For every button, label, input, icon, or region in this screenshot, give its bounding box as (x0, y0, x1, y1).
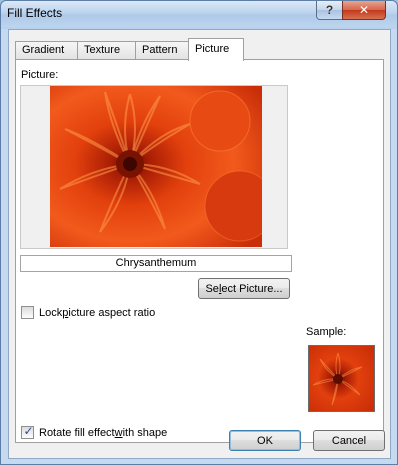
sample-preview (308, 345, 375, 412)
picture-section-label: Picture: (21, 69, 59, 81)
help-button[interactable]: ? (316, 1, 343, 20)
tab-gradient[interactable]: Gradient (15, 41, 78, 60)
fill-effects-dialog: Fill Effects ? ✕ Gradient Texture Patter… (0, 0, 398, 465)
select-picture-label: Se (205, 282, 219, 295)
checkmark-icon: ✓ (23, 424, 34, 438)
tab-picture[interactable]: Picture (188, 38, 244, 61)
window-title: Fill Effects (7, 6, 63, 20)
lock-aspect-label: Lock (39, 306, 63, 319)
picture-image (50, 86, 262, 247)
ok-button[interactable]: OK (229, 430, 301, 451)
picture-tab-panel: Picture: Chrysanthemum Se l ect Picture.… (15, 59, 384, 443)
title-bar[interactable]: Fill Effects ? ✕ (1, 1, 397, 27)
sample-image (309, 346, 374, 411)
select-picture-button[interactable]: Se l ect Picture... (198, 278, 290, 299)
picture-preview (20, 85, 288, 249)
lock-aspect-option[interactable]: Lock p icture aspect ratio (21, 306, 155, 319)
rotate-fill-label-rest: ith shape (122, 426, 168, 439)
dialog-body: Gradient Texture Pattern Picture Picture… (8, 29, 391, 459)
lock-aspect-checkbox[interactable] (21, 306, 34, 319)
picture-name-field: Chrysanthemum (20, 255, 292, 272)
close-button[interactable]: ✕ (342, 1, 386, 20)
tab-pattern[interactable]: Pattern (135, 41, 189, 60)
tab-texture[interactable]: Texture (77, 41, 136, 60)
sample-label: Sample: (306, 326, 347, 338)
rotate-fill-option[interactable]: ✓ Rotate fill effect w ith shape (21, 424, 168, 439)
rotate-fill-accel: w (114, 426, 123, 439)
lock-aspect-label-rest: icture aspect ratio (68, 306, 156, 319)
rotate-fill-label: Rotate fill effect (39, 426, 115, 439)
rotate-fill-checkbox[interactable]: ✓ (21, 424, 34, 439)
select-picture-label-rest: ect Picture... (221, 282, 283, 295)
cancel-button[interactable]: Cancel (313, 430, 385, 451)
